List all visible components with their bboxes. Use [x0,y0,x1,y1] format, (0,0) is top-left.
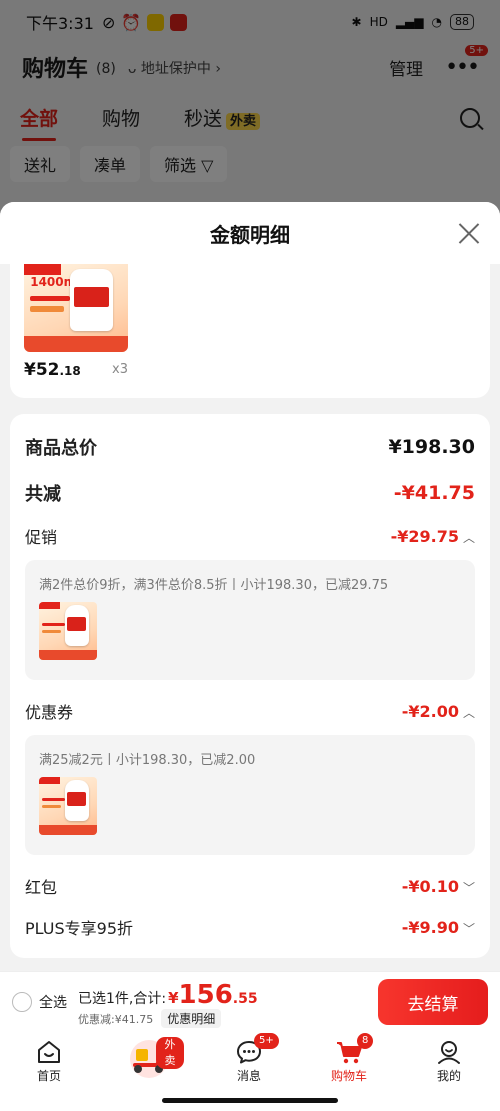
nav-takeout[interactable]: 外卖 [114,1037,184,1081]
product-art-tag [39,602,60,609]
nav-messages-label: 消息 [236,1069,261,1083]
cart-badge: 8 [357,1033,374,1049]
product-bottle-graphic [64,780,89,822]
promo-description: 满2件总价9折，满3件总价8.5折丨小计198.30，已减29.75 [39,578,389,593]
home-indicator[interactable] [162,1098,338,1103]
product-art-line [42,622,65,627]
product-quantity: x3 [112,362,128,377]
amount-detail-card: 商品总价 ¥198.30 共减 -¥41.75 促销 -¥29.75 ︿ 满2件总… [10,414,490,958]
plus-discount-value-text: -¥9.90 [401,917,459,937]
plus-discount-label: PLUS专享95折 [25,919,133,938]
total-discount-label: 共减 [25,484,61,505]
product-art-line [42,629,62,634]
discount-detail-button[interactable]: 优惠明细 [161,1009,222,1028]
messages-badge: 5+ [254,1033,279,1049]
saved-line: 优惠减:¥41.75 优惠明细 [78,1009,222,1028]
coupon-detail-box: 满25减2元丨小计198.30，已减2.00 [25,735,475,855]
promo-detail-box: 满2件总价9折，满3件总价8.5折丨小计198.30，已减29.75 [25,560,475,680]
coupon-value-text: -¥2.00 [401,701,459,721]
nav-profile[interactable]: 我的 [414,1037,484,1084]
promo-value-text: -¥29.75 [390,526,459,546]
total-line: 已选1件,合计: ¥ 156 .55 [78,980,258,1010]
promo-value: -¥29.75 ︿ [391,527,475,546]
redpacket-row[interactable]: 红包 -¥0.10 ﹀ [25,874,475,898]
close-icon[interactable] [458,222,480,244]
total-price-value: ¥198.30 [388,436,475,458]
coupon-row[interactable]: 优惠券 -¥2.00 ︿ [25,699,475,723]
product-price-int: ¥52 [24,360,60,380]
coupon-value: -¥2.00 ︿ [402,702,475,721]
product-art-tag [24,264,62,275]
nav-home-label: 首页 [36,1069,61,1083]
redpacket-value-text: -¥0.10 [401,876,459,896]
total-amount-int: 156 [178,980,233,1010]
product-image[interactable]: 1400mg [24,264,128,352]
saved-amount: 优惠减:¥41.75 [78,1012,154,1026]
profile-icon [438,1041,460,1064]
nav-profile-label: 我的 [436,1069,461,1083]
product-art-line [42,804,62,809]
product-art-line [30,295,70,301]
nav-cart-label: 购物车 [330,1069,367,1083]
coupon-label: 优惠券 [25,703,74,722]
product-price-dec: .18 [59,364,81,378]
chevron-up-icon[interactable]: ︿ [463,706,475,720]
takeout-tag: 外卖 [156,1037,184,1069]
product-price: ¥52.18 [24,360,81,380]
plus-discount-row[interactable]: PLUS专享95折 -¥9.90 ﹀ [25,915,475,939]
total-amount-dec: .55 [232,991,258,1007]
selected-count-text: 已选1件,合计: [78,991,167,1007]
product-art-strip [24,336,128,352]
chevron-down-icon[interactable]: ﹀ [463,881,475,895]
total-discount-value: -¥41.75 [393,482,475,504]
product-artwork: 1400mg [24,264,128,352]
checkout-button[interactable]: 去结算 [378,979,488,1025]
product-art-line [30,306,64,312]
product-bottle-graphic [69,269,114,331]
product-card: 1400mg ¥52.18 x3 [10,264,490,398]
redpacket-label: 红包 [25,878,58,897]
nav-cart[interactable]: 8 购物车 [314,1033,384,1084]
product-artwork [39,777,97,835]
total-discount-row: 共减 -¥41.75 [25,480,475,506]
redpacket-value: -¥0.10 ﹀ [402,877,475,896]
sheet-title: 金额明细 [210,222,290,247]
coupon-description: 满25减2元丨小计198.30，已减2.00 [39,753,256,768]
promo-label: 促销 [25,528,58,547]
nav-home[interactable]: 首页 [14,1037,84,1084]
sheet-header: 金额明细 [0,202,500,264]
select-all-label[interactable]: 全选 [39,992,67,1012]
chevron-up-icon[interactable]: ︿ [463,531,475,545]
select-all-radio[interactable] [12,992,32,1012]
nav-messages[interactable]: 5+ 消息 [214,1033,284,1084]
coupon-product-thumbnail [39,777,97,835]
total-currency: ¥ [168,989,179,1007]
total-price-row: 商品总价 ¥198.30 [25,434,475,460]
chevron-down-icon[interactable]: ﹀ [463,922,475,936]
checkout-bar: 全选 已选1件,合计: ¥ 156 .55 优惠减:¥41.75 优惠明细 去结… [0,971,500,1031]
product-art-strip [39,649,97,660]
total-price-label: 商品总价 [25,438,97,459]
product-art-line [42,797,65,802]
product-artwork [39,602,97,660]
product-art-tag [39,777,60,784]
promo-row[interactable]: 促销 -¥29.75 ︿ [25,524,475,548]
amount-detail-sheet: 金额明细 1400mg ¥52.18 x3 商品总价 ¥198.30 共减 -¥… [0,202,500,971]
promo-product-thumbnail [39,602,97,660]
product-art-strip [39,824,97,835]
product-bottle-graphic [64,605,89,647]
home-icon [38,1041,60,1063]
plus-discount-value: -¥9.90 ﹀ [402,918,475,937]
